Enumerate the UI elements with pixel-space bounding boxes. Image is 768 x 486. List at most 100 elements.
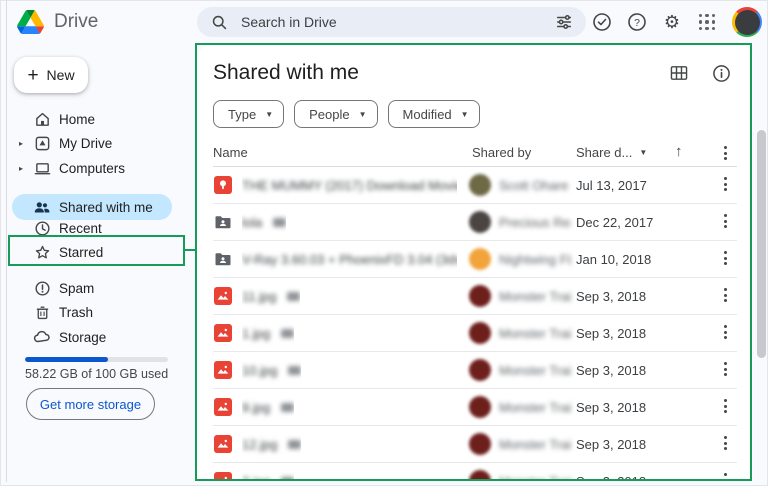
share-date: Sep 3, 2018 [576,400,647,415]
header-more-options-button[interactable] [718,146,732,160]
file-type-icon [214,361,232,379]
avatar-photo [734,9,760,35]
chip-label: People [309,106,350,122]
table-row[interactable]: 9.jpg Monster Trailer Sep 3, 2018 [213,389,737,426]
computers-icon [33,159,51,177]
shared-by-name: Monster Trailer [499,363,571,378]
column-header-share-date[interactable]: Share d... ▼ [576,145,647,160]
expand-caret-icon[interactable]: ▸ [19,164,23,173]
sidebar-item-computers[interactable]: ▸ Computers [0,156,185,180]
column-header-shared-by[interactable]: Shared by [472,145,531,160]
shared-by-name: Monster Trailer [499,437,571,452]
offline-status-icon[interactable] [592,12,612,32]
file-type-icon [214,472,232,481]
topbar-actions: ? ⚙ [592,0,762,44]
row-more-options-button[interactable] [718,288,732,302]
svg-text:?: ? [634,17,640,29]
row-more-options-button[interactable] [718,325,732,339]
get-more-storage-button[interactable]: Get more storage [26,388,155,420]
table-row[interactable]: 11.jpg Monster Trailer Sep 3, 2018 [213,278,737,315]
table-row[interactable]: 10.jpg Monster Trailer Sep 3, 2018 [213,352,737,389]
star-icon [33,243,51,261]
sharer-avatar [469,470,491,481]
sidebar-item-label: Recent [59,220,102,236]
sharer-avatar [469,359,491,381]
sharer-avatar [469,174,491,196]
sharer-avatar [469,433,491,455]
file-name-cell: 2.jpg [242,463,295,481]
table-row[interactable]: 2.jpg Monster Trailer Sep 3, 2018 [213,463,737,481]
search-options-icon[interactable] [554,12,574,32]
row-more-options-button[interactable] [718,214,732,228]
filter-chip-people[interactable]: People ▼ [294,100,378,128]
table-row[interactable]: THE MUMMY (2017) Download Movie B... Sco… [213,167,737,204]
file-name: 11.jpg [242,288,277,304]
shared-by-name: Precious Ren... [499,215,571,230]
spam-icon [33,279,51,297]
share-date: Sep 3, 2018 [576,474,646,481]
sidebar-item-my-drive[interactable]: ▸ My Drive [0,131,185,155]
main-content: Shared with me Type ▼ People ▼ Modified … [197,44,753,481]
table-row[interactable]: 12.jpg Monster Trailer Sep 3, 2018 [213,426,737,463]
drive-logo-icon [17,10,44,34]
row-more-options-button[interactable] [718,251,732,265]
row-more-options-button[interactable] [718,436,732,450]
filter-chip-modified[interactable]: Modified ▼ [387,100,480,128]
sidebar-item-recent[interactable]: Recent [0,216,185,240]
file-name: THE MUMMY (2017) Download Movie B... [242,177,457,193]
sidebar-item-label: Starred [59,244,104,260]
row-more-options-button[interactable] [718,473,732,481]
sidebar-item-home[interactable]: Home [0,107,185,131]
share-date: Sep 3, 2018 [576,326,647,341]
cloud-icon [33,328,51,346]
drive-logo[interactable]: Drive [17,10,98,34]
expand-caret-icon[interactable]: ▸ [19,139,23,148]
table-header: Name Shared by Share d... ▼ ↑ [213,143,737,167]
sidebar-item-spam[interactable]: Spam [0,276,185,300]
shared-by-name: Monster Trailer [499,474,571,481]
new-button[interactable]: + New [14,57,88,93]
search-bar[interactable] [197,7,586,37]
table-row[interactable]: V-Ray 3.60.03 + PhoenixFD 3.04 (3ds Max.… [213,241,737,278]
sidebar-item-trash[interactable]: Trash [0,300,185,324]
sidebar-item-starred[interactable]: Starred [0,240,185,264]
file-name-cell: THE MUMMY (2017) Download Movie B... [242,167,457,203]
search-input[interactable] [239,13,544,31]
shared-by-name: Nightwing FL... [499,252,571,267]
table-row[interactable]: 1.jpg Monster Trailer Sep 3, 2018 [213,315,737,352]
filter-chip-type[interactable]: Type ▼ [213,100,285,128]
file-name-cell: 10.jpg [242,352,302,388]
file-type-icon [214,435,232,453]
sidebar-item-storage[interactable]: Storage [0,325,185,349]
account-avatar[interactable] [732,7,762,37]
shared-by-name: Monster Trailer [499,289,571,304]
recent-clock-icon [33,219,51,237]
storage-usage-text: 58.22 GB of 100 GB used [25,367,169,381]
grid-view-icon[interactable] [669,63,689,83]
file-name: 9.jpg [242,399,271,415]
sidebar-item-label: Spam [59,280,95,296]
row-more-options-button[interactable] [718,399,732,413]
share-date: Sep 3, 2018 [576,363,647,378]
shared-with-me-icon [33,198,51,216]
settings-gear-icon[interactable]: ⚙ [662,12,682,32]
table-row[interactable]: lola Precious Ren... Dec 22, 2017 [213,204,737,241]
file-type-icon [214,250,232,268]
row-more-options-button[interactable] [718,177,732,191]
search-icon[interactable] [209,12,229,32]
column-header-name[interactable]: Name [213,145,248,160]
sort-direction-icon[interactable]: ↑ [675,143,683,160]
shared-indicator-icon [281,476,295,481]
apps-grid-icon[interactable] [697,12,717,32]
share-date-label: Share d... [576,145,633,160]
sharer-avatar [469,322,491,344]
page-scrollbar-thumb[interactable] [757,130,766,358]
file-type-icon [214,398,232,416]
chip-label: Modified [402,106,452,122]
get-more-storage-label: Get more storage [39,396,142,412]
sidebar-item-label: My Drive [59,135,113,151]
info-icon[interactable] [711,63,731,83]
help-icon[interactable]: ? [627,12,647,32]
row-more-options-button[interactable] [718,362,732,376]
sidebar-item-label: Shared with me [59,199,153,215]
